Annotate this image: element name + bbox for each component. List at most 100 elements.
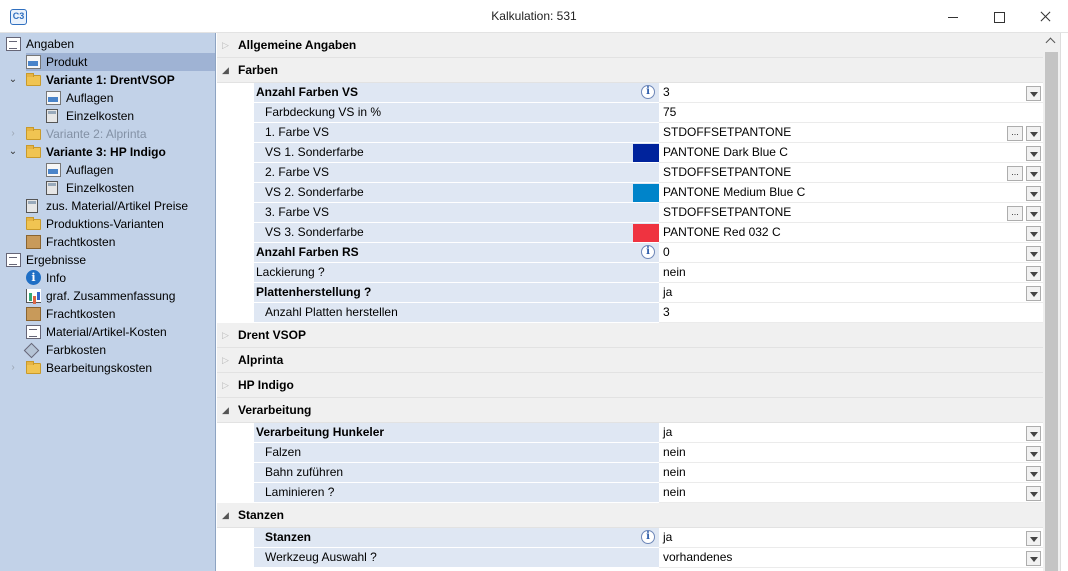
tree-item[interactable]: Frachtkosten xyxy=(0,233,215,251)
property-row[interactable]: 2. Farbe VS STDOFFSETPANTONE... xyxy=(254,163,1043,183)
property-group[interactable]: ▷ Alprinta xyxy=(217,348,1043,373)
property-row[interactable]: VS 1. Sonderfarbe PANTONE Dark Blue C xyxy=(254,143,1043,163)
tree-item[interactable]: Frachtkosten xyxy=(0,305,215,323)
ellipsis-button[interactable]: ... xyxy=(1007,126,1023,141)
tree-item[interactable]: Produktions-Varianten xyxy=(0,215,215,233)
dropdown-arrow-icon[interactable] xyxy=(1026,466,1041,481)
tree-item[interactable]: Produkt xyxy=(26,53,215,71)
property-value[interactable]: 3 xyxy=(663,83,670,102)
property-row[interactable]: Laminieren ? nein xyxy=(254,483,1043,503)
tree-item[interactable]: Angaben xyxy=(0,35,215,53)
dropdown-arrow-icon[interactable] xyxy=(1026,206,1041,221)
property-value-cell[interactable]: 75 xyxy=(659,103,1043,123)
tree-collapsed-icon[interactable]: › xyxy=(8,125,18,143)
dropdown-arrow-icon[interactable] xyxy=(1026,86,1041,101)
property-value-cell[interactable]: nein xyxy=(659,463,1043,483)
property-value-cell[interactable]: STDOFFSETPANTONE... xyxy=(659,203,1043,223)
dropdown-arrow-icon[interactable] xyxy=(1026,146,1041,161)
tree-item[interactable]: zus. Material/Artikel Preise xyxy=(0,197,215,215)
property-value-cell[interactable]: 0 xyxy=(659,243,1043,263)
property-row[interactable]: Werkzeug Auswahl ? vorhandenes xyxy=(254,548,1043,568)
tree-item[interactable]: › Bearbeitungskosten xyxy=(0,359,215,377)
property-value-cell[interactable]: vorhandenes xyxy=(659,548,1043,568)
tree-item[interactable]: Material/Artikel-Kosten xyxy=(0,323,215,341)
info-icon[interactable]: i xyxy=(641,85,655,99)
dropdown-arrow-icon[interactable] xyxy=(1026,226,1041,241)
property-value-cell[interactable]: ja xyxy=(659,283,1043,303)
minimize-icon[interactable] xyxy=(930,0,976,33)
collapsed-arrow-icon[interactable]: ▷ xyxy=(222,373,229,398)
property-value-cell[interactable]: ja xyxy=(659,528,1043,548)
dropdown-arrow-icon[interactable] xyxy=(1026,446,1041,461)
collapsed-arrow-icon[interactable]: ▷ xyxy=(222,323,229,348)
property-group[interactable]: ▷ HP Indigo xyxy=(217,373,1043,398)
property-group[interactable]: ▷ Allgemeine Angaben xyxy=(217,33,1043,58)
property-value-cell[interactable]: 3 xyxy=(659,303,1043,323)
property-value[interactable]: vorhandenes xyxy=(663,548,732,567)
tree-collapsed-icon[interactable]: › xyxy=(8,359,18,377)
tree-item[interactable]: graf. Zusammenfassung xyxy=(0,287,215,305)
tree-item[interactable]: i Info xyxy=(0,269,215,287)
property-value-cell[interactable]: PANTONE Medium Blue C xyxy=(659,183,1043,203)
property-row[interactable]: 1. Farbe VS STDOFFSETPANTONE... xyxy=(254,123,1043,143)
property-value[interactable]: nein xyxy=(663,443,686,462)
tree-expanded-icon[interactable]: ⌄ xyxy=(8,143,18,161)
property-value[interactable]: STDOFFSETPANTONE xyxy=(663,123,791,142)
property-value-cell[interactable]: nein xyxy=(659,263,1043,283)
collapsed-arrow-icon[interactable]: ▷ xyxy=(222,33,229,58)
property-value-cell[interactable]: PANTONE Dark Blue C xyxy=(659,143,1043,163)
property-value-cell[interactable]: nein xyxy=(659,443,1043,463)
property-group[interactable]: ◢ Verarbeitung xyxy=(217,398,1043,423)
tree-item[interactable]: Farbkosten xyxy=(0,341,215,359)
property-row[interactable]: Verarbeitung Hunkeler ja xyxy=(254,423,1043,443)
tree-item[interactable]: › Variante 2: Alprinta xyxy=(0,125,215,143)
property-row[interactable]: Stanzen i ja xyxy=(254,528,1043,548)
property-row[interactable]: Anzahl Farben VS i 3 xyxy=(254,83,1043,103)
property-value-cell[interactable]: ja xyxy=(659,423,1043,443)
navigation-tree[interactable]: Angaben Produkt ⌄ Variante 1: DrentVSOP Aufl… xyxy=(0,33,216,571)
dropdown-arrow-icon[interactable] xyxy=(1026,186,1041,201)
vertical-scrollbar[interactable] xyxy=(1043,33,1060,571)
property-value[interactable]: nein xyxy=(663,263,686,282)
property-value[interactable]: 3 xyxy=(663,303,670,322)
property-row[interactable]: VS 3. Sonderfarbe PANTONE Red 032 C xyxy=(254,223,1043,243)
tree-item[interactable]: Einzelkosten xyxy=(0,179,215,197)
scroll-up-icon[interactable] xyxy=(1043,33,1060,50)
ellipsis-button[interactable]: ... xyxy=(1007,166,1023,181)
info-icon[interactable]: i xyxy=(641,530,655,544)
tree-item[interactable]: Auflagen xyxy=(0,161,215,179)
property-group[interactable]: ▷ Drent VSOP xyxy=(217,323,1043,348)
maximize-icon[interactable] xyxy=(976,0,1022,33)
property-value-cell[interactable]: STDOFFSETPANTONE... xyxy=(659,123,1043,143)
dropdown-arrow-icon[interactable] xyxy=(1026,286,1041,301)
property-value[interactable]: ja xyxy=(663,283,672,302)
property-group[interactable]: ◢ Farben xyxy=(217,58,1043,83)
property-value[interactable]: nein xyxy=(663,483,686,502)
property-value-cell[interactable]: PANTONE Red 032 C xyxy=(659,223,1043,243)
expanded-arrow-icon[interactable]: ◢ xyxy=(222,58,229,83)
property-row[interactable]: Plattenherstellung ? ja xyxy=(254,283,1043,303)
tree-item[interactable]: Ergebnisse xyxy=(0,251,215,269)
property-value[interactable]: STDOFFSETPANTONE xyxy=(663,203,791,222)
property-value[interactable]: ja xyxy=(663,528,672,547)
property-value[interactable]: 0 xyxy=(663,243,670,262)
property-row[interactable]: Farbdeckung VS in % 75 xyxy=(254,103,1043,123)
property-row[interactable]: Bahn zuführen nein xyxy=(254,463,1043,483)
tree-item[interactable]: Auflagen xyxy=(0,89,215,107)
ellipsis-button[interactable]: ... xyxy=(1007,206,1023,221)
property-value-cell[interactable]: STDOFFSETPANTONE... xyxy=(659,163,1043,183)
property-value[interactable]: STDOFFSETPANTONE xyxy=(663,163,791,182)
property-value-cell[interactable]: nein xyxy=(659,483,1043,503)
expanded-arrow-icon[interactable]: ◢ xyxy=(222,398,229,423)
collapsed-arrow-icon[interactable]: ▷ xyxy=(222,348,229,373)
dropdown-arrow-icon[interactable] xyxy=(1026,166,1041,181)
property-row[interactable]: Anzahl Platten herstellen 3 xyxy=(254,303,1043,323)
property-value[interactable]: ja xyxy=(663,423,672,442)
property-row[interactable]: VS 2. Sonderfarbe PANTONE Medium Blue C xyxy=(254,183,1043,203)
dropdown-arrow-icon[interactable] xyxy=(1026,486,1041,501)
dropdown-arrow-icon[interactable] xyxy=(1026,551,1041,566)
property-value[interactable]: PANTONE Medium Blue C xyxy=(663,183,805,202)
tree-item[interactable]: ⌄ Variante 1: DrentVSOP xyxy=(0,71,215,89)
property-value[interactable]: PANTONE Red 032 C xyxy=(663,223,781,242)
dropdown-arrow-icon[interactable] xyxy=(1026,426,1041,441)
